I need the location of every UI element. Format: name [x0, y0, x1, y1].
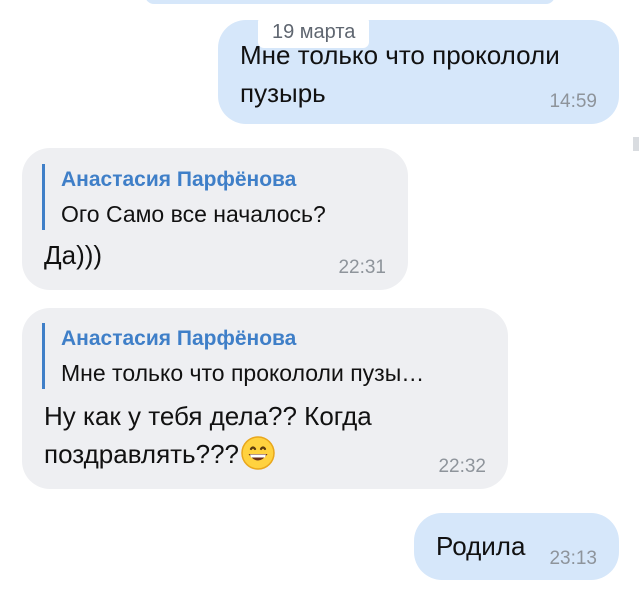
message-time: 14:59: [549, 91, 597, 112]
date-separator: 19 марта: [258, 16, 370, 48]
scroll-indicator: [633, 137, 639, 151]
incoming-message-bubble[interactable]: Анастасия Парфёнова Мне только что проко…: [22, 308, 508, 489]
reply-quote[interactable]: Анастасия Парфёнова Ого Само все началос…: [42, 164, 326, 230]
message-text-line: поздравлять???: [44, 435, 275, 473]
message-time: 22:32: [438, 456, 486, 477]
reply-text: Мне только что прокололи пузы…: [61, 360, 425, 386]
message-time: 23:13: [549, 548, 597, 569]
reply-author: Анастасия Парфёнова: [61, 327, 297, 350]
previous-message-bubble-edge[interactable]: [145, 0, 555, 4]
incoming-message-bubble[interactable]: Анастасия Парфёнова Ого Само все началос…: [22, 148, 408, 290]
reply-text: Ого Само все началось?: [61, 201, 326, 227]
message-text-line: пузырь: [240, 78, 326, 108]
reply-quote[interactable]: Анастасия Парфёнова Мне только что проко…: [42, 323, 424, 389]
message-text-line: Ну как у тебя дела?? Когда: [44, 401, 372, 431]
message-text-fragment: поздравлять???: [44, 439, 239, 469]
grinning-face-icon: [241, 436, 275, 470]
reply-author: Анастасия Парфёнова: [61, 168, 297, 191]
outgoing-message-bubble[interactable]: Родила 23:13: [414, 513, 619, 580]
message-text-line: Родила: [436, 531, 526, 561]
message-text-line: Да))): [44, 240, 103, 270]
message-time: 22:31: [338, 257, 386, 278]
